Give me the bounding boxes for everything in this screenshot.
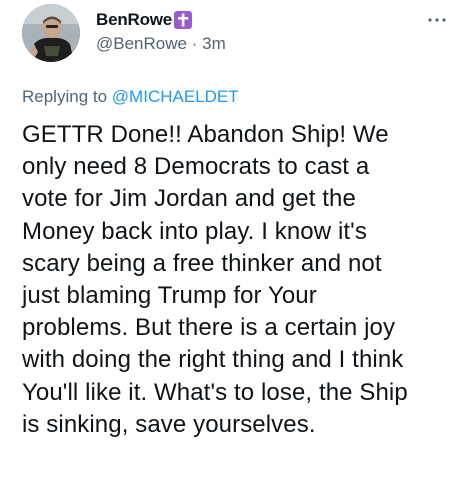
avatar[interactable] [22, 4, 80, 62]
separator-dot: · [191, 34, 198, 53]
replying-to-label: Replying to [22, 87, 108, 106]
mention-link[interactable]: @MICHAELDET [112, 87, 239, 106]
more-options-button[interactable] [424, 10, 450, 30]
user-handle[interactable]: @BenRowe [96, 34, 187, 53]
replying-to: Replying to @MICHAELDET [22, 87, 239, 107]
display-name-row[interactable]: BenRowe [96, 8, 193, 32]
tweet: BenRowe @BenRowe · 3m Replying to @MICHA… [0, 0, 470, 500]
latin-cross-icon [174, 11, 193, 29]
more-dots-icon [428, 18, 446, 22]
timestamp[interactable]: 3m [202, 34, 226, 53]
display-name[interactable]: BenRowe [96, 10, 172, 30]
tweet-text: GETTR Done!! Abandon Ship! We only need … [22, 121, 408, 438]
avatar-photo [22, 4, 80, 62]
handle-row: @BenRowe · 3m [96, 34, 226, 54]
